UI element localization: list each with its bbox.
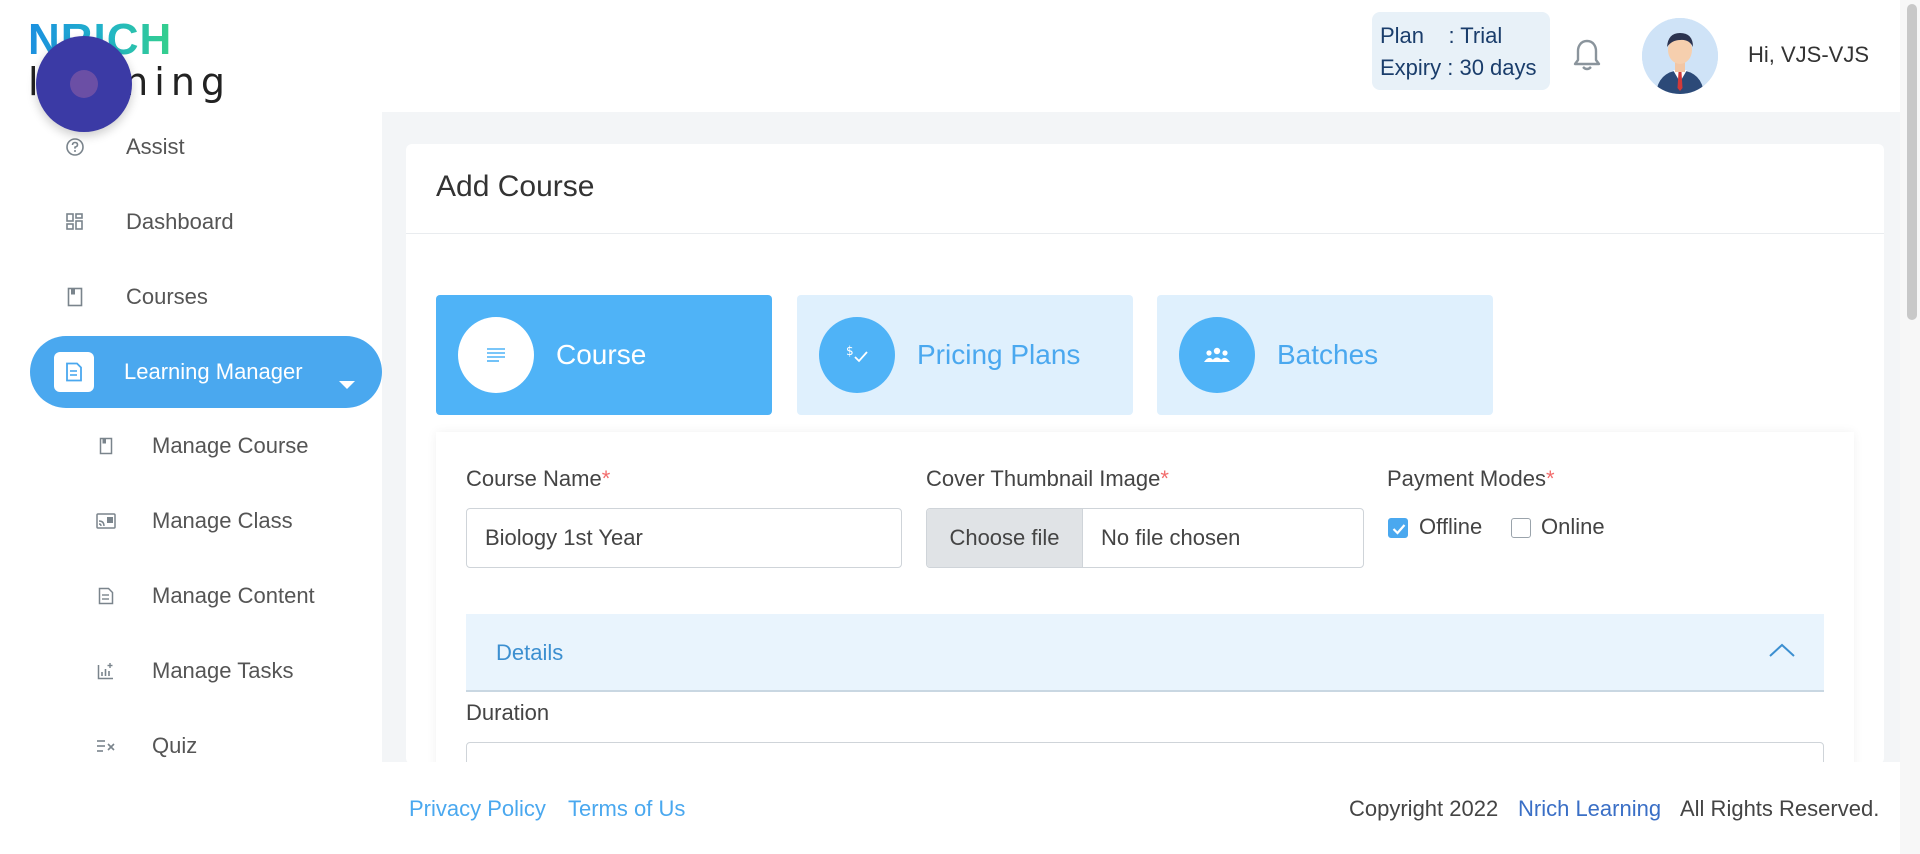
check-icon	[1392, 524, 1406, 535]
nrich-learning-link[interactable]: Nrich Learning	[1518, 796, 1661, 822]
sidebar-item-courses[interactable]: Courses	[30, 262, 382, 332]
chart-add-icon	[94, 659, 118, 683]
sidebar-subitem-label: Manage Tasks	[152, 658, 294, 683]
page-scrollbar-thumb[interactable]	[1907, 4, 1917, 320]
assistant-bubble[interactable]	[36, 36, 132, 132]
plan-line: Plan : Trial	[1380, 23, 1503, 48]
cover-thumbnail-label: Cover Thumbnail Image*	[926, 466, 1169, 492]
sidebar-subitem-label: Manage Class	[152, 508, 293, 533]
help-circle-icon	[60, 132, 90, 162]
user-avatar[interactable]	[1642, 18, 1718, 94]
choose-file-button[interactable]: Choose file	[927, 509, 1083, 567]
cover-thumbnail-label-text: Cover Thumbnail Image	[926, 466, 1161, 491]
step-label: Pricing Plans	[917, 339, 1081, 370]
sidebar-item-label: Assist	[126, 134, 185, 159]
cast-icon	[94, 509, 118, 533]
book-icon	[94, 434, 118, 458]
sidebar-item-learning-manager[interactable]: Learning Manager	[30, 336, 382, 408]
document-icon	[54, 352, 94, 392]
details-accordion-header[interactable]: Details	[466, 614, 1824, 692]
dollar-check-icon: $	[819, 317, 895, 393]
sidebar-item-label: Dashboard	[126, 209, 234, 234]
required-asterisk: *	[601, 466, 611, 491]
sidebar-subitem-manage-class[interactable]: Manage Class	[90, 491, 382, 551]
sidebar-subitem-manage-tasks[interactable]: Manage Tasks	[90, 641, 382, 701]
no-file-chosen-text: No file chosen	[1101, 525, 1241, 550]
course-name-label: Course Name*	[466, 466, 610, 492]
user-greeting[interactable]: Hi, VJS-VJS	[1748, 42, 1869, 68]
sidebar-subitem-quiz[interactable]: Quiz	[90, 716, 382, 776]
payment-modes-label: Payment Modes*	[1387, 466, 1555, 492]
expiry-line: Expiry : 30 days	[1380, 55, 1537, 80]
list-check-icon	[94, 734, 118, 758]
lines-icon	[458, 317, 534, 393]
course-name-value: Biology 1st Year	[485, 525, 643, 550]
required-asterisk: *	[1545, 466, 1555, 491]
book-icon	[60, 282, 90, 312]
bell-icon[interactable]	[1572, 38, 1602, 72]
online-checkbox[interactable]	[1511, 518, 1531, 538]
sidebar-item-label: Courses	[126, 284, 208, 309]
sidebar-subitem-manage-course[interactable]: Manage Course	[90, 416, 382, 476]
online-label[interactable]: Online	[1541, 514, 1605, 540]
all-rights-text: All Rights Reserved.	[1680, 796, 1880, 821]
course-name-label-text: Course Name	[466, 466, 602, 491]
sidebar-subitem-label: Quiz	[152, 733, 198, 758]
offline-checkbox[interactable]	[1388, 518, 1408, 538]
sidebar-item-label: Learning Manager	[124, 359, 303, 384]
group-icon	[1179, 317, 1255, 393]
step-tab-course[interactable]: Course	[436, 295, 772, 415]
card-divider	[406, 233, 1884, 234]
sidebar: Assist Dashboard Courses Learning Manage…	[0, 112, 382, 854]
svg-text:$: $	[846, 344, 854, 358]
cover-thumbnail-file-input[interactable]: Choose file No file chosen	[926, 508, 1364, 568]
terms-link[interactable]: Terms of Us	[568, 796, 685, 822]
sidebar-subitem-label: Manage Content	[152, 583, 315, 608]
step-label: Course	[556, 339, 647, 370]
payment-modes-label-text: Payment Modes	[1387, 466, 1546, 491]
copyright-text: Copyright 2022	[1349, 796, 1499, 821]
chevron-up-icon	[1768, 642, 1796, 663]
required-asterisk: *	[1160, 466, 1169, 491]
course-name-input[interactable]: Biology 1st Year	[466, 508, 902, 568]
dashboard-grid-icon	[60, 207, 90, 237]
page-title: Add Course	[436, 170, 595, 203]
offline-label[interactable]: Offline	[1419, 514, 1482, 540]
sidebar-subitem-manage-content[interactable]: Manage Content	[90, 566, 382, 626]
step-label: Batches	[1277, 339, 1379, 370]
chevron-down-icon	[338, 370, 356, 396]
footer: Privacy Policy Terms of Us Copyright 202…	[382, 762, 1900, 854]
top-header: NRICH learning Plan : Trial Expiry : 30 …	[0, 0, 1900, 112]
duration-label: Duration	[466, 700, 550, 725]
plan-info-box: Plan : Trial Expiry : 30 days	[1372, 12, 1550, 90]
privacy-policy-link[interactable]: Privacy Policy	[409, 796, 546, 822]
step-tab-pricing-plans[interactable]: $ Pricing Plans	[797, 295, 1133, 415]
sidebar-subitem-label: Manage Course	[152, 433, 309, 458]
assistant-bubble-dot	[70, 70, 98, 98]
document-icon	[94, 584, 118, 608]
sidebar-item-dashboard[interactable]: Dashboard	[30, 187, 382, 257]
step-tab-batches[interactable]: Batches	[1157, 295, 1493, 415]
details-label: Details	[496, 640, 564, 665]
